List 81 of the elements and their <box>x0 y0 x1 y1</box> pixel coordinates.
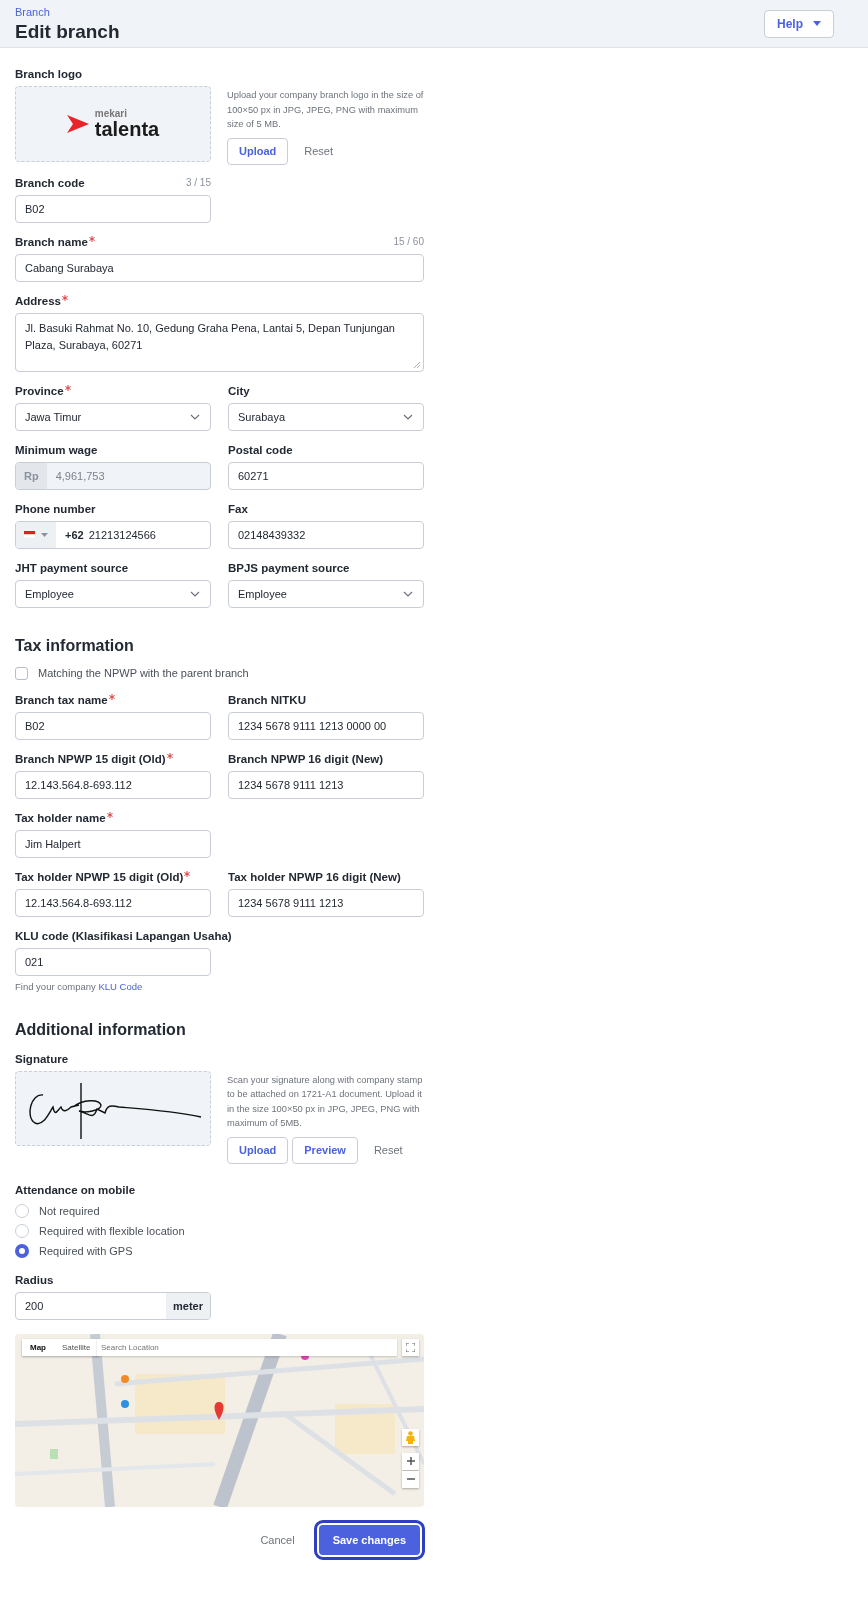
radio-button[interactable] <box>15 1243 29 1258</box>
field-label: Branch name <box>15 233 95 250</box>
chevron-down-icon <box>403 413 413 420</box>
resize-handle-icon[interactable] <box>414 361 420 368</box>
caret-icon <box>41 532 48 537</box>
upload-hint: Upload your company branch logo in the size of 100×50 px in JPG, JPEG, PNG with maximum size of 5 MB. <box>227 89 425 131</box>
breadcrumb-link[interactable]: Branch <box>15 4 120 19</box>
field-label: Postal code <box>228 442 293 458</box>
help-button[interactable]: Help <box>764 9 834 38</box>
chevron-down-icon <box>190 413 200 420</box>
section-heading: Tax information <box>15 636 135 655</box>
cancel-button[interactable]: Cancel <box>254 1532 301 1547</box>
text-field[interactable]: 60271 <box>228 461 424 490</box>
upload-button[interactable]: Upload <box>227 137 289 165</box>
currency-field: Rp 4,961,753 <box>15 461 211 490</box>
field-label: Tax holder name <box>15 809 113 826</box>
chevron-down-icon <box>403 590 413 597</box>
field-label: Signature <box>15 1051 69 1067</box>
minus-icon <box>406 1478 415 1480</box>
field-label: Province <box>15 382 71 399</box>
radio-label: Required with GPS <box>39 1244 133 1257</box>
character-counter: 15 / 60 <box>393 236 424 247</box>
field-label: JHT payment source <box>15 560 129 576</box>
text-field[interactable]: B02 <box>15 711 211 740</box>
logo-name: talenta <box>94 119 160 139</box>
select-field[interactable]: Employee <box>15 579 211 608</box>
field-label: Branch code <box>15 175 85 191</box>
logo-dropzone[interactable]: mekari talenta <box>15 86 211 162</box>
field-label: Radius <box>15 1272 54 1288</box>
radio-label: Required with flexible location <box>39 1224 185 1237</box>
radius-field[interactable]: 200 meter <box>15 1291 211 1320</box>
field-label: BPJS payment source <box>228 560 350 576</box>
field-label: Phone number <box>15 501 96 517</box>
checkbox[interactable] <box>15 666 28 680</box>
logo-text: mekari <box>94 109 128 119</box>
signature-dropzone[interactable] <box>15 1070 211 1146</box>
select-field[interactable]: Employee <box>228 579 424 608</box>
field-label: KLU code (Klasifikasi Lapangan Usaha) <box>15 928 232 944</box>
chevron-down-icon <box>190 590 200 597</box>
field-label: City <box>228 383 250 399</box>
checkbox-label: Matching the NPWP with the parent branch <box>38 667 249 679</box>
klu-code-link[interactable]: KLU Code <box>98 980 143 992</box>
person-icon <box>406 1430 415 1444</box>
text-field[interactable]: B02 <box>15 194 211 223</box>
text-field[interactable]: 1234 5678 9111 1213 0000 00 <box>228 711 424 740</box>
section-heading: Additional information <box>15 1020 187 1039</box>
upload-button[interactable]: Preview <box>292 1136 358 1164</box>
field-label: Branch tax name <box>15 691 115 708</box>
text-field[interactable]: 021 <box>15 947 211 976</box>
radio-label: Not required <box>39 1204 100 1217</box>
klu-hint: Find your company KLU Code <box>15 980 144 992</box>
text-field[interactable]: 1234 5678 9111 1213 <box>228 770 424 799</box>
text-field[interactable]: 12.143.564.8-693.112 <box>15 770 211 799</box>
text-field[interactable]: 12.143.564.8-693.112 <box>15 888 211 917</box>
text-field[interactable]: Jim Halpert <box>15 829 211 858</box>
text-field[interactable]: 02148439332 <box>228 520 424 549</box>
fullscreen-icon <box>406 1342 415 1352</box>
logo-icon <box>66 114 89 134</box>
field-label: Tax holder NPWP 15 digit (Old) <box>15 868 191 885</box>
field-label: Address <box>15 292 69 309</box>
text-field[interactable]: Cabang Surabaya <box>15 253 424 282</box>
field-label: Branch logo <box>15 67 83 82</box>
page-title: Edit branch <box>15 20 120 43</box>
field-label: Branch NITKU <box>228 692 306 708</box>
upload-hint: Scan your signature along with company stamp to be attached on 1721-A1 document. Upload it in the size 100×50 px in JPG, JPEG, PNG with maximum of 5MB. <box>227 1073 424 1130</box>
phone-field[interactable]: +62 21213124566 <box>15 520 211 549</box>
field-label: Minimum wage <box>15 442 98 458</box>
caret-down-icon <box>813 21 821 26</box>
field-label: Attendance on mobile <box>15 1182 137 1198</box>
upload-button[interactable]: Upload <box>227 1136 289 1164</box>
field-label: Branch NPWP 16 digit (New) <box>228 751 384 767</box>
select-field[interactable]: Surabaya <box>228 402 424 431</box>
text-field[interactable]: 1234 5678 9111 1213 <box>228 888 424 917</box>
flag-icon <box>24 531 35 538</box>
textarea-field[interactable]: Jl. Basuki Rahmat No. 10, Gedung Graha Pena, Lantai 5, Depan Tunjungan Plaza, Surabaya, 60271 <box>15 312 424 372</box>
field-label: Fax <box>228 501 248 517</box>
character-counter: 3 / 15 <box>185 177 211 188</box>
field-label: Tax holder NPWP 16 digit (New) <box>228 869 401 885</box>
plus-icon <box>406 1457 415 1465</box>
select-field[interactable]: Jawa Timur <box>15 402 211 431</box>
field-label: Branch NPWP 15 digit (Old) <box>15 750 173 767</box>
